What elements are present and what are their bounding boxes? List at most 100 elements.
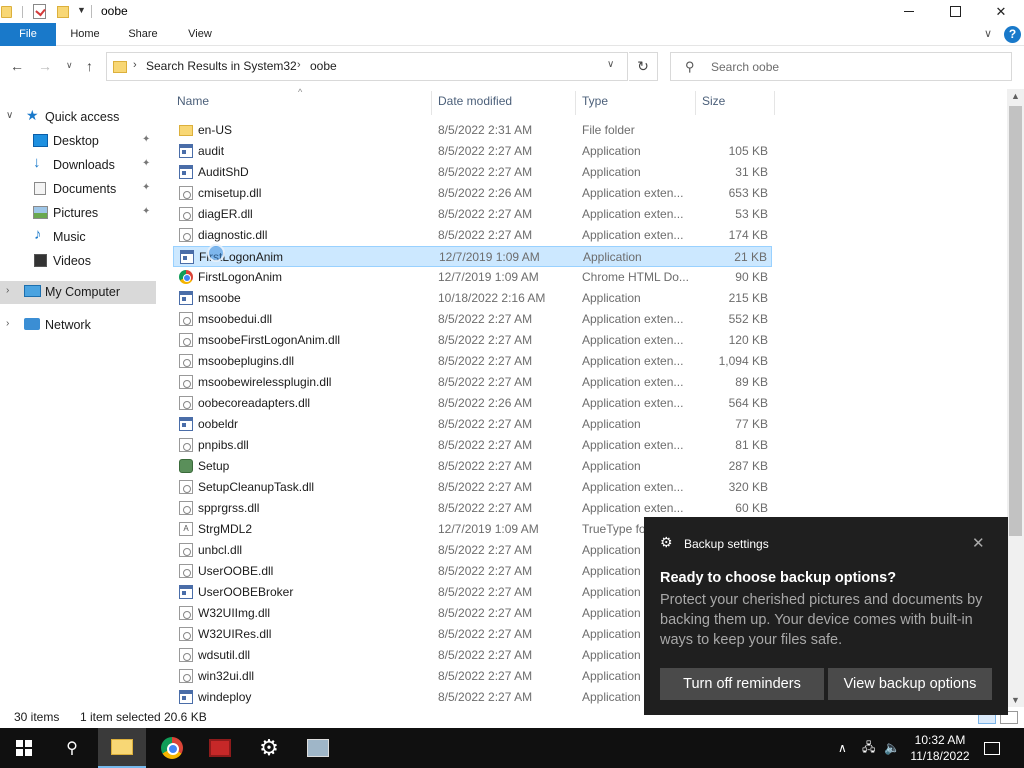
table-row[interactable]: SetupCleanupTask.dll 8/5/2022 2:27 AM Appl… [173,477,772,498]
file-size: 31 KB [735,165,768,179]
file-type: Application [582,291,641,305]
table-row[interactable]: Setup 8/5/2022 2:27 AM Application 287 KB [173,456,772,477]
properties-icon[interactable] [33,4,46,19]
search-box[interactable]: ⚲ Search oobe [670,52,1012,81]
column-header-name[interactable]: Name [177,87,209,115]
address-bar[interactable]: › Search Results in System32 › oobe ∨ [106,52,628,81]
file-type: Application [582,165,641,179]
dll-icon [179,396,193,410]
download-icon: ↓ [33,154,41,171]
network-tray-icon[interactable]: 🖧 [862,728,875,768]
table-row[interactable]: cmisetup.dll 8/5/2022 2:26 AM Application … [173,183,772,204]
help-icon[interactable]: ? [1004,26,1021,43]
file-date: 8/5/2022 2:27 AM [438,585,533,599]
tab-share[interactable]: Share [123,23,163,46]
file-name: wdsutil.dll [198,648,251,662]
column-header-date[interactable]: Date modified [438,87,512,115]
tab-file[interactable]: File [0,23,56,46]
address-dropdown-chevron-icon[interactable]: ∨ [607,59,614,70]
recent-locations-dropdown[interactable]: ∨ [66,60,73,71]
file-type: Application exten... [582,375,684,389]
taskbar-chrome[interactable] [148,728,196,768]
file-name: Setup [198,459,230,473]
table-row[interactable]: FirstLogonAnim 12/7/2019 1:09 AM Chrome HT… [173,267,772,288]
table-row[interactable]: en-US 8/5/2022 2:31 AM File folder [173,120,772,141]
up-button[interactable]: ↑ [86,58,93,74]
table-row[interactable]: diagnostic.dll 8/5/2022 2:27 AM Applicatio… [173,225,772,246]
toast-close-icon[interactable]: ✕ [972,534,985,552]
start-button[interactable] [0,728,48,768]
refresh-button[interactable]: ↻ [629,52,658,81]
table-row[interactable]: FirstLogonAnim 12/7/2019 1:09 AM Applicati… [173,246,772,267]
table-row[interactable]: oobecoreadapters.dll 8/5/2022 2:26 AM Appl… [173,393,772,414]
close-button[interactable]: ✕ [978,0,1024,23]
taskbar-server-manager[interactable] [294,728,342,768]
taskbar-search-icon[interactable]: ⚲ [48,728,96,768]
table-row[interactable]: msoobedui.dll 8/5/2022 2:27 AM Application… [173,309,772,330]
folder-icon[interactable] [1,6,12,18]
breadcrumb-separator[interactable]: › [133,59,137,71]
column-header-type[interactable]: Type [582,87,608,115]
table-row[interactable]: AuditShD 8/5/2022 2:27 AM Application 31 KB [173,162,772,183]
chevron-right-icon[interactable]: › [6,285,9,296]
search-input[interactable]: Search oobe [711,60,779,74]
new-folder-icon[interactable] [57,6,69,18]
file-size: 287 KB [728,459,768,473]
taskbar-toolbox[interactable] [196,728,244,768]
minimize-button[interactable] [886,0,932,23]
backup-notification-toast[interactable]: ⚙ Backup settings ✕ Ready to choose back… [644,517,1008,715]
column-divider[interactable] [774,91,775,115]
sidebar-item-videos[interactable]: Videos [0,250,156,272]
scroll-down-arrow-icon[interactable]: ▼ [1011,695,1020,705]
table-row[interactable]: msoobe 10/18/2022 2:16 AM Application 215 K… [173,288,772,309]
maximize-button[interactable] [932,0,978,23]
column-divider[interactable] [431,91,432,115]
sidebar-item-pictures[interactable]: Pictures ✦ [0,202,156,224]
scroll-up-arrow-icon[interactable]: ▲ [1011,91,1020,101]
table-row[interactable]: msoobeplugins.dll 8/5/2022 2:27 AM Applica… [173,351,772,372]
sidebar-item-music[interactable]: ♪ Music [0,226,156,248]
scrollbar-thumb[interactable] [1009,106,1022,536]
column-header-size[interactable]: Size [702,87,725,115]
forward-button[interactable]: → [38,58,52,74]
sidebar-item-my-computer[interactable]: › My Computer [0,281,156,304]
taskbar-file-explorer[interactable] [98,728,146,768]
column-divider[interactable] [695,91,696,115]
dll-icon [179,543,193,557]
file-date: 8/5/2022 2:27 AM [438,417,533,431]
turn-off-reminders-button[interactable]: Turn off reminders [660,668,824,700]
folder-icon [179,125,193,136]
action-center-button[interactable] [984,728,1000,768]
tab-home[interactable]: Home [62,23,108,46]
customize-quick-access-dropdown[interactable]: ▼ [77,5,86,15]
table-row[interactable]: msoobeFirstLogonAnim.dll 8/5/2022 2:27 AM… [173,330,772,351]
sidebar-item-documents[interactable]: Documents ✦ [0,178,156,200]
breadcrumb-search-results[interactable]: Search Results in System32 [146,59,297,73]
table-row[interactable]: audit 8/5/2022 2:27 AM Application 105 KB [173,141,772,162]
show-hidden-icons-chevron-icon[interactable]: ∧ [838,728,847,768]
breadcrumb-separator[interactable]: › [297,59,301,71]
volume-icon[interactable]: 🔈 [884,728,900,768]
taskbar-settings-gear-icon[interactable]: ⚙ [245,728,293,768]
sidebar-item-network[interactable]: › Network [0,314,156,336]
table-row[interactable]: diagER.dll 8/5/2022 2:27 AM Application ex… [173,204,772,225]
sidebar-item-downloads[interactable]: ↓ Downloads ✦ [0,154,156,176]
view-backup-options-button[interactable]: View backup options [828,668,992,700]
divider [22,6,23,18]
column-divider[interactable] [575,91,576,115]
table-row[interactable]: pnpibs.dll 8/5/2022 2:27 AM Application ex… [173,435,772,456]
chevron-down-icon[interactable]: ∨ [6,110,13,121]
table-row[interactable]: msoobewirelessplugin.dll 8/5/2022 2:27 AM… [173,372,772,393]
table-row[interactable]: spprgrss.dll 8/5/2022 2:27 AM Application … [173,498,772,519]
document-icon [34,182,46,195]
expand-ribbon-chevron-icon[interactable]: ∨ [984,27,992,40]
sidebar-item-desktop[interactable]: Desktop ✦ [0,130,156,152]
tab-view[interactable]: View [182,23,218,46]
vertical-scrollbar[interactable]: ▲ ▼ [1007,89,1024,709]
chevron-right-icon[interactable]: › [6,318,9,329]
clock[interactable]: 10:32 AM 11/18/2022 [908,732,972,764]
table-row[interactable]: oobeldr 8/5/2022 2:27 AM Application 77 KB [173,414,772,435]
back-button[interactable]: ← [10,58,24,74]
sidebar-item-quick-access[interactable]: ∨ ★ Quick access [0,106,156,128]
breadcrumb-oobe[interactable]: oobe [310,59,337,73]
